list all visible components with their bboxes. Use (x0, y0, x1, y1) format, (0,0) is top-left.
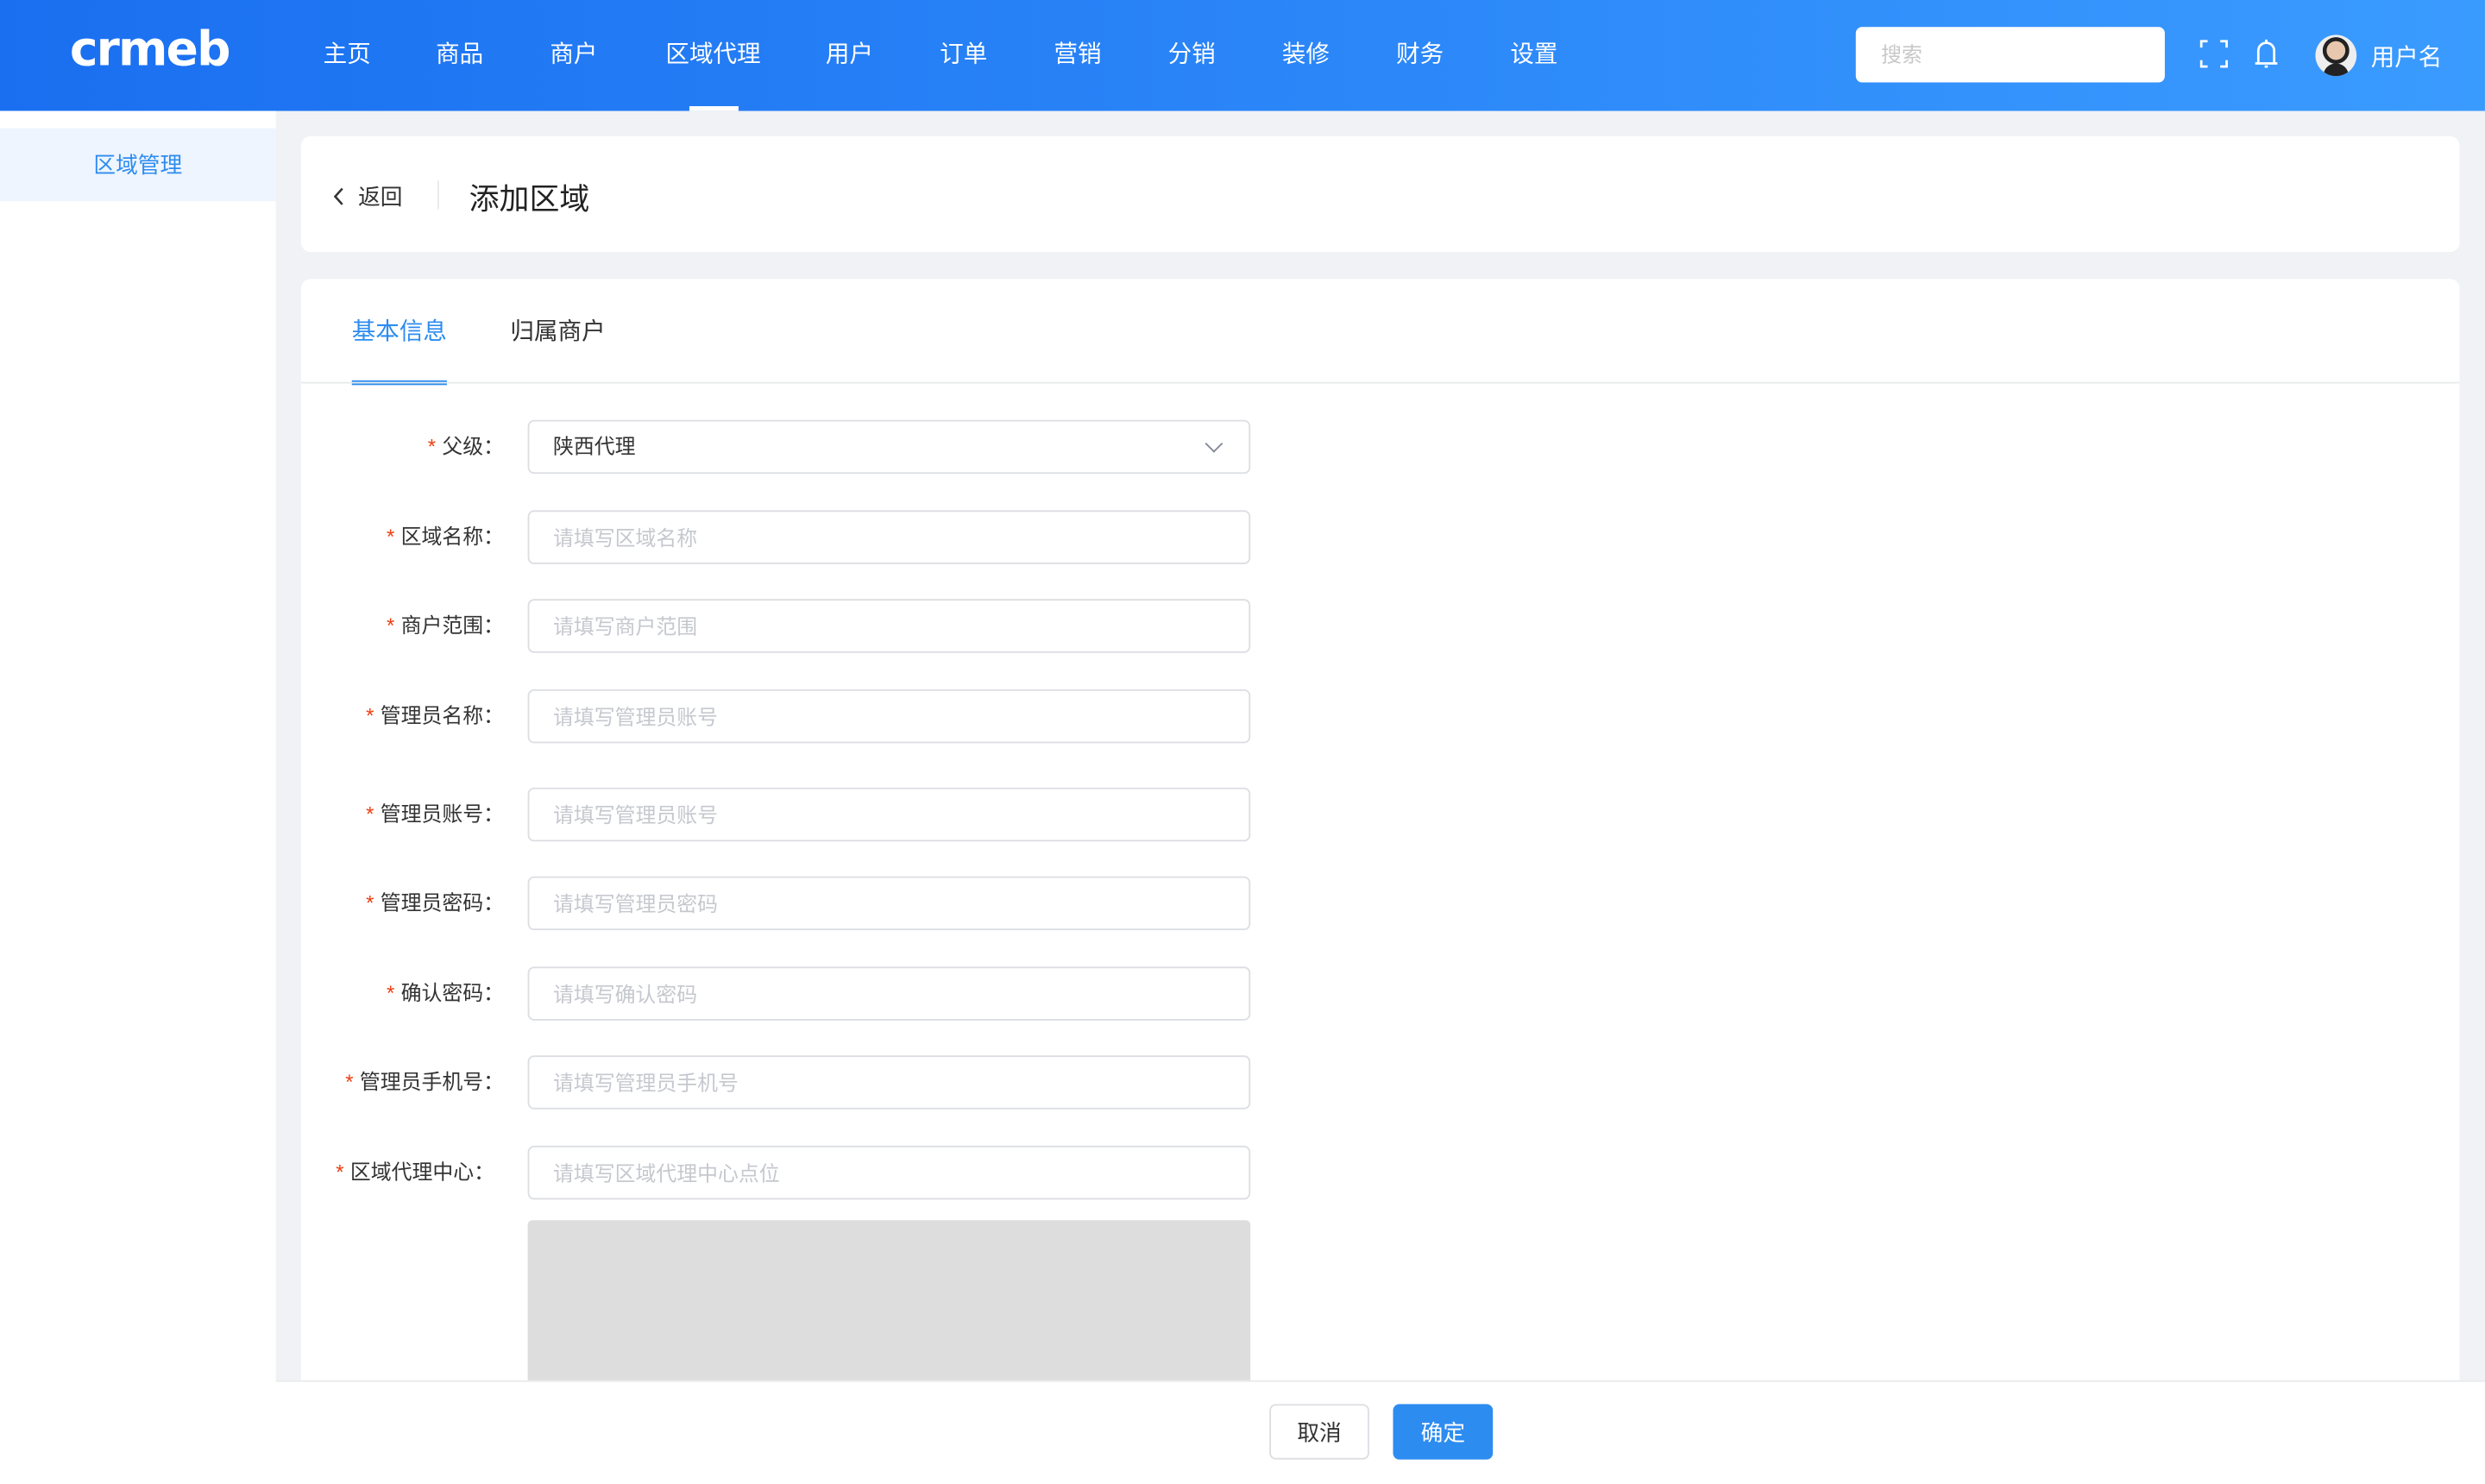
label-text: 管理员密码： (381, 890, 504, 915)
top-header: crmeb 主页 商品 商户 区域代理 用户 订单 营销 分销 装修 财务 设置… (0, 0, 2485, 111)
chevron-left-icon (333, 187, 346, 206)
required-mark: * (387, 525, 394, 549)
admin-phone-input[interactable] (528, 1055, 1251, 1109)
label-text: 商户范围： (401, 613, 504, 638)
admin-name-input[interactable] (528, 689, 1251, 743)
bell-icon[interactable] (2254, 38, 2286, 72)
search-input[interactable] (1856, 27, 2165, 82)
required-mark: * (366, 890, 374, 915)
region-name-input[interactable] (528, 510, 1251, 563)
footer-bar: 取消 确定 (276, 1380, 2485, 1484)
agent-center-label: * 区域代理中心： (336, 1146, 494, 1199)
required-mark: * (387, 981, 394, 1005)
nav-item-finance[interactable]: 财务 (1396, 0, 1444, 111)
label-text: 父级： (442, 434, 504, 458)
page-title: 添加区域 (469, 176, 590, 219)
parent-select-value: 陕西代理 (553, 434, 636, 458)
nav-item-regional-agent[interactable]: 区域代理 (665, 0, 760, 111)
label-text: 区域名称： (401, 525, 504, 549)
app-root: crmeb 主页 商品 商户 区域代理 用户 订单 营销 分销 装修 财务 设置… (0, 0, 2485, 1484)
label-text: 管理员名称： (381, 703, 504, 727)
page-header-card: 返回 添加区域 (301, 136, 2460, 252)
sidebar: 区域管理 (0, 111, 276, 1484)
nav-item-users[interactable]: 用户 (826, 0, 873, 111)
form-card: 基本信息 归属商户 *父级： 陕西代理 *区域名称： *商户范围： *管理员名称… (301, 279, 2460, 1483)
label-text: 管理员账号： (381, 802, 504, 826)
required-mark: * (428, 434, 436, 458)
agent-center-input[interactable] (528, 1146, 1251, 1199)
chevron-down-icon (1205, 435, 1224, 453)
nav-item-products[interactable]: 商品 (436, 0, 483, 111)
nav-item-orders[interactable]: 订单 (940, 0, 987, 111)
confirm-password-input[interactable] (528, 966, 1251, 1020)
nav-item-merchants[interactable]: 商户 (550, 0, 597, 111)
nav-item-settings[interactable]: 设置 (1510, 0, 1557, 111)
label-text: 管理员手机号： (360, 1070, 504, 1094)
tab-basic-info[interactable]: 基本信息 (352, 314, 447, 384)
nav-item-marketing[interactable]: 营销 (1054, 0, 1101, 111)
required-mark: * (366, 703, 374, 727)
logo[interactable]: crmeb (70, 22, 230, 78)
required-mark: * (336, 1160, 343, 1184)
tab-divider (301, 382, 2460, 384)
required-mark: * (387, 613, 394, 638)
merchant-range-label: * 商户范围： (387, 599, 504, 652)
confirm-button[interactable]: 确定 (1393, 1404, 1493, 1459)
avatar[interactable] (2315, 35, 2356, 76)
label-text: 确认密码： (401, 981, 504, 1005)
parent-select[interactable]: 陕西代理 (528, 420, 1251, 474)
divider (437, 180, 439, 209)
admin-account-input[interactable] (528, 788, 1251, 841)
nav-item-home[interactable]: 主页 (324, 0, 371, 111)
back-button[interactable]: 返回 (333, 180, 403, 212)
required-mark: * (345, 1070, 353, 1094)
map-area[interactable] (528, 1220, 1251, 1394)
admin-password-label: * 管理员密码： (366, 877, 504, 930)
required-mark: * (366, 802, 374, 826)
admin-phone-label: * 管理员手机号： (345, 1055, 504, 1109)
merchant-range-input[interactable] (528, 599, 1251, 652)
admin-name-label: * 管理员名称： (366, 689, 504, 743)
tab-merchants[interactable]: 归属商户 (510, 314, 605, 384)
sidebar-item-region-management[interactable]: 区域管理 (0, 129, 276, 201)
cancel-button[interactable]: 取消 (1269, 1404, 1369, 1459)
parent-label: *父级： (428, 420, 504, 474)
back-label: 返回 (358, 180, 402, 212)
admin-account-label: * 管理员账号： (366, 788, 504, 841)
fullscreen-icon[interactable] (2199, 38, 2231, 72)
region-name-label: * 区域名称： (387, 510, 504, 563)
label-text: 区域代理中心： (350, 1160, 494, 1184)
confirm-password-label: * 确认密码： (387, 966, 504, 1020)
username[interactable]: 用户名 (2371, 40, 2443, 73)
admin-password-input[interactable] (528, 877, 1251, 930)
nav-item-decoration[interactable]: 装修 (1282, 0, 1330, 111)
nav-item-distribution[interactable]: 分销 (1168, 0, 1216, 111)
